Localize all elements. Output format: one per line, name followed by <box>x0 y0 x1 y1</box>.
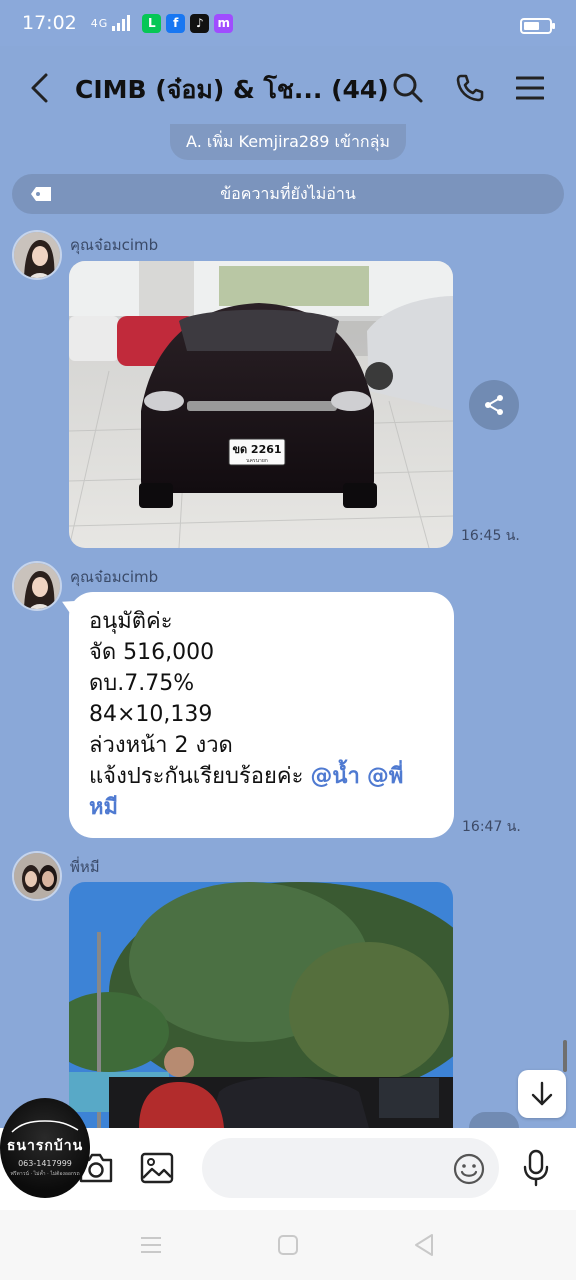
avatar[interactable] <box>12 561 62 611</box>
home-button[interactable] <box>268 1230 308 1260</box>
status-bar: 17:02 4G L f ♪ m <box>0 0 576 46</box>
mention-link[interactable]: หมี <box>89 792 434 823</box>
license-plate: ขด 2261 <box>232 443 281 456</box>
message-bubble[interactable]: อนุมัติค่ะ จัด 516,000 ดบ.7.75% 84×10,13… <box>69 592 454 838</box>
facebook-icon: f <box>166 13 186 33</box>
mention-link[interactable]: @พี่ <box>367 764 404 789</box>
avatar[interactable] <box>12 851 62 901</box>
search-button[interactable] <box>386 66 430 110</box>
microphone-icon <box>523 1149 549 1187</box>
image-icon <box>140 1152 174 1184</box>
signal-icon <box>112 15 131 31</box>
license-plate-province: นครนายก <box>246 458 268 464</box>
emoji-icon <box>453 1153 485 1185</box>
message-line: ล่วงหน้า 2 งวด <box>89 733 233 758</box>
message-line: อนุมัติค่ะ <box>89 609 173 634</box>
system-nav-bar <box>0 1210 576 1280</box>
gallery-button[interactable] <box>137 1148 177 1188</box>
message-line: 84×10,139 <box>89 702 213 727</box>
car-photo[interactable]: ขด 2261 นครนายก <box>69 261 453 548</box>
menu-lines-icon <box>141 1237 161 1253</box>
call-button[interactable] <box>448 66 492 110</box>
sender-name: พี่หมี <box>70 858 100 876</box>
battery-icon <box>520 18 555 34</box>
status-time: 17:02 <box>22 12 77 34</box>
brand-logo: ธนารกบ้าน 063-1417999 ฟรีดาวน์ · ไม่ค้ำ … <box>0 1098 90 1198</box>
voice-button[interactable] <box>516 1146 556 1190</box>
message-text: แจ้งประกันเรียบร้อยค่ะ <box>89 764 311 789</box>
logo-title: ธนารกบ้าน <box>6 1137 84 1154</box>
avatar[interactable] <box>12 230 62 280</box>
share-icon <box>485 395 503 415</box>
phone-icon <box>456 74 484 102</box>
search-icon <box>393 73 423 103</box>
line-icon: L <box>142 13 162 33</box>
message-time: 16:47 น. <box>462 819 521 835</box>
recent-apps-button[interactable] <box>131 1230 171 1260</box>
share-button[interactable] <box>469 1112 519 1128</box>
chat-title: CIMB (จ๋อม) & โช... (44) <box>75 75 389 104</box>
back-button[interactable] <box>18 66 62 110</box>
logo-phone: 063-1417999 <box>18 1158 72 1168</box>
chevron-left-icon <box>31 73 48 103</box>
logo-tagline: ฟรีดาวน์ · ไม่ค้ำ · ไม่ต้องออกรถ <box>10 1170 80 1177</box>
sender-name: คุณจ๋อมcimb <box>70 236 159 254</box>
message-time: 16:45 น. <box>461 528 520 544</box>
people-photo[interactable] <box>69 882 453 1128</box>
tag-icon <box>31 187 51 201</box>
car-logo-icon <box>11 1120 79 1133</box>
scroll-to-bottom-button[interactable] <box>518 1070 566 1118</box>
chat-header: CIMB (จ๋อม) & โช... (44) <box>0 46 576 134</box>
back-nav-button[interactable] <box>404 1230 444 1260</box>
messenger-icon: m <box>214 13 234 33</box>
share-button[interactable] <box>469 380 519 430</box>
message-line: จัด 516,000 <box>89 640 215 665</box>
message-line: แจ้งประกันเรียบร้อยค่ะ @น้ำ @พี่ <box>89 761 434 792</box>
unread-divider[interactable]: ข้อความที่ยังไม่อ่าน <box>12 174 564 214</box>
unread-label: ข้อความที่ยังไม่อ่าน <box>220 183 356 203</box>
square-icon <box>278 1235 298 1255</box>
triangle-back-icon <box>415 1234 433 1256</box>
message-line: ดบ.7.75% <box>89 671 195 696</box>
system-message: A. เพิ่ม Kemjira289 เข้ากลุ่ม <box>170 124 406 160</box>
arrow-down-icon <box>531 1081 553 1106</box>
emoji-button[interactable] <box>450 1150 488 1188</box>
menu-button[interactable] <box>508 66 552 110</box>
scrollbar[interactable] <box>563 1040 567 1072</box>
menu-icon <box>516 76 544 100</box>
tiktok-icon: ♪ <box>190 13 210 33</box>
network-indicator: 4G <box>90 16 109 30</box>
mention-link[interactable]: @น้ำ <box>310 764 359 789</box>
sender-name: คุณจ๋อมcimb <box>70 568 159 586</box>
